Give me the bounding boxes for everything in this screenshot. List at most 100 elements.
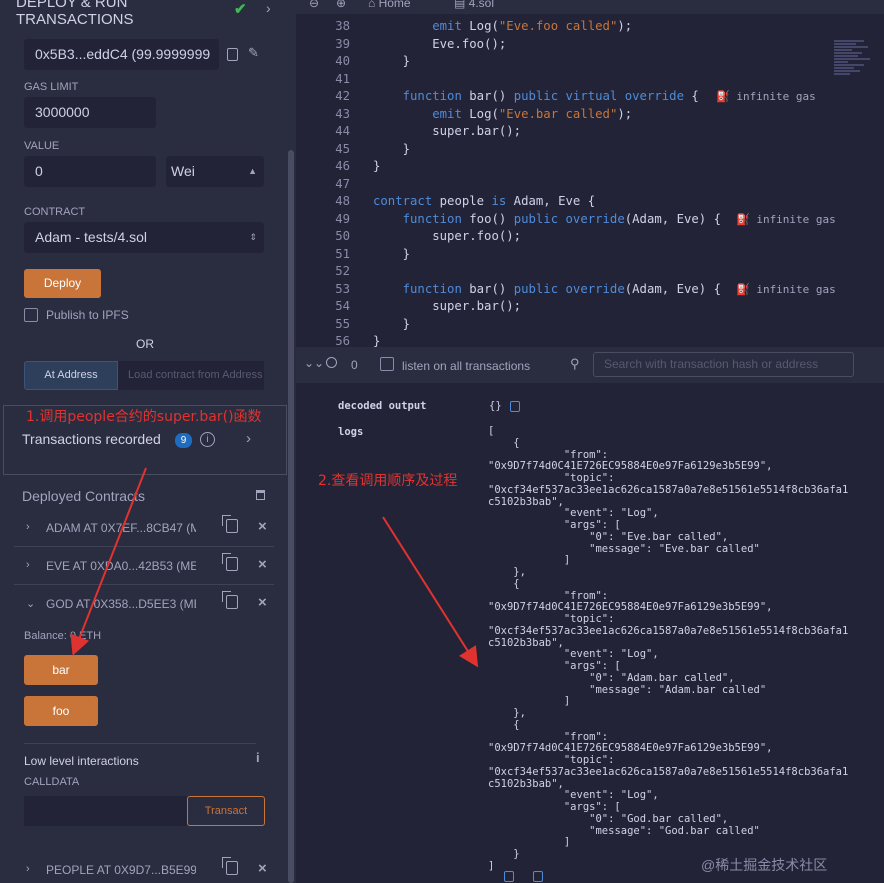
home-icon: ⌂ (368, 0, 379, 10)
publish-ipfs-checkbox[interactable] (24, 308, 38, 322)
copy-account-icon[interactable] (227, 48, 238, 61)
value-input[interactable]: 0 (24, 156, 156, 187)
code-line: 50 super.foo(); (296, 228, 884, 246)
chevron-right-icon[interactable]: › (266, 0, 271, 16)
collapse-icon[interactable]: ⌄⌄ (304, 356, 324, 370)
contract-item-eve[interactable]: › EVE AT 0XDA0...42B53 (MEMORY) × (14, 548, 274, 585)
clear-icon[interactable] (326, 357, 337, 368)
calldata-input[interactable] (24, 796, 187, 826)
close-icon[interactable]: × (258, 556, 267, 573)
copy-icon[interactable] (222, 591, 238, 609)
chevron-right-icon[interactable]: › (246, 430, 251, 447)
code-line: 45 } (296, 141, 884, 159)
code-text: super.bar(); (373, 124, 522, 138)
line-number: 51 (335, 246, 350, 261)
logs-label: logs (338, 426, 364, 438)
chevron-right-icon[interactable]: › (26, 863, 30, 875)
code-text: function bar() public virtual override { (402, 89, 699, 103)
info-icon[interactable]: i (256, 750, 260, 765)
value-unit-select[interactable]: Wei ▲ (166, 156, 264, 187)
copy-icon[interactable] (510, 401, 520, 412)
line-number: 43 (335, 106, 350, 121)
listen-checkbox[interactable] (380, 357, 394, 371)
chevron-right-icon[interactable]: › (26, 521, 30, 533)
line-number: 52 (335, 264, 350, 278)
zoom-out-icon[interactable]: ⊖ (309, 0, 319, 10)
code-line: 38 emit Log("Eve.foo called"); (296, 18, 884, 36)
copy-icon[interactable] (504, 871, 514, 882)
line-number: 40 (335, 54, 350, 68)
code-line: 48 contract people is Adam, Eve { (296, 193, 884, 211)
divider (24, 743, 256, 744)
line-number: 53 (335, 281, 350, 296)
logs-json: [ { "from": "0x9D7f74d0C41E726EC95884E0e… (488, 425, 849, 872)
transactions-recorded-label[interactable]: Transactions recorded (22, 431, 161, 447)
transaction-search-input[interactable]: Search with transaction hash or address (593, 352, 854, 377)
gas-limit-input[interactable]: 3000000 (24, 97, 156, 128)
at-address-button[interactable]: At Address (24, 361, 118, 390)
transact-button[interactable]: Transact (187, 796, 265, 826)
account-select[interactable]: 0x5B3...eddC4 (99.9999999 (24, 39, 219, 70)
code-text: emit Log("Eve.bar called"); (432, 106, 633, 121)
tab-4-sol[interactable]: ▤ 4.sol (454, 0, 494, 10)
line-number: 46 (335, 159, 350, 173)
code-text: super.bar(); (373, 299, 522, 313)
code-line: 44 super.bar(); (296, 123, 884, 141)
editor-tabs: ⊖ ⊕ ⌂ Home ▤ 4.sol (296, 0, 884, 14)
line-number: 38 (335, 19, 350, 33)
chevron-right-icon[interactable]: › (26, 559, 30, 571)
or-label: OR (136, 337, 154, 351)
line-number: 41 (335, 71, 350, 86)
code-text: } (373, 141, 411, 156)
select-arrows-icon: ▲ (248, 166, 257, 176)
annotation-step-1: 1.调用people合约的super.bar()函数 (26, 409, 262, 425)
code-text: contract people is Adam, Eve { (373, 194, 596, 208)
info-icon[interactable]: i (200, 432, 215, 447)
line-number: 42 (335, 89, 350, 103)
trash-icon[interactable] (256, 490, 265, 500)
tab-home[interactable]: ⌂ Home (368, 0, 411, 10)
foo-function-button[interactable]: foo (24, 696, 98, 726)
copy-icon[interactable] (533, 871, 543, 882)
gas-estimate: ⛽ infinite gas (716, 90, 816, 103)
copy-icon[interactable] (222, 515, 238, 533)
deploy-run-panel: DEPLOY & RUN TRANSACTIONS ✔ › 0x5B3...ed… (0, 0, 296, 883)
code-line: 40 } (296, 53, 884, 71)
panel-title: DEPLOY & RUN TRANSACTIONS (16, 0, 134, 28)
code-text: super.foo(); (373, 229, 522, 243)
code-line: 56} (296, 333, 884, 347)
chevron-down-icon[interactable]: ⌄ (26, 597, 35, 610)
code-text: } (373, 246, 411, 261)
edit-icon[interactable]: ✎ (248, 45, 259, 61)
terminal-toolbar: ⌄⌄ 0 listen on all transactions ⚲ Search… (296, 347, 884, 383)
code-line: 39 Eve.foo(); (296, 36, 884, 54)
panel-scrollbar[interactable] (288, 150, 294, 883)
select-arrows-icon: ⇕ (249, 232, 257, 242)
zoom-in-icon[interactable]: ⊕ (336, 0, 346, 10)
check-icon: ✔ (234, 1, 247, 18)
value-label: VALUE (24, 140, 60, 152)
code-text: function foo() public override(Adam, Eve… (402, 211, 721, 226)
minimap[interactable] (834, 40, 878, 120)
copy-icon[interactable] (222, 857, 238, 875)
code-text: Eve.foo(); (373, 36, 507, 51)
code-line: 46} (296, 158, 884, 176)
close-icon[interactable]: × (258, 860, 267, 877)
contract-item-god[interactable]: ⌄ GOD AT 0X358...D5EE3 (MEMORY) × (14, 586, 274, 622)
close-icon[interactable]: × (258, 518, 267, 535)
bar-function-button[interactable]: bar (24, 655, 98, 685)
close-icon[interactable]: × (258, 594, 267, 611)
search-icon: ⚲ (570, 356, 580, 371)
annotation-step-2: 2.查看调用顺序及过程 (318, 473, 458, 489)
copy-icon[interactable] (222, 553, 238, 571)
contract-select[interactable]: Adam - tests/4.sol ⇕ (24, 222, 264, 253)
code-line: 47 (296, 176, 884, 194)
publish-ipfs-label: Publish to IPFS (46, 308, 129, 322)
line-number: 44 (335, 124, 350, 138)
code-editor[interactable]: ⊖ ⊕ ⌂ Home ▤ 4.sol 38 emit Log("Eve.foo … (296, 0, 884, 347)
load-contract-input[interactable]: Load contract from Address (118, 361, 264, 390)
contract-item-adam[interactable]: › ADAM AT 0X7EF...8CB47 (MEMORY) × (14, 510, 274, 547)
contract-item-people[interactable]: › PEOPLE AT 0X9D7...B5E99 (MEMORY) × (14, 852, 274, 883)
line-number: 56 (335, 334, 350, 347)
deploy-button[interactable]: Deploy (24, 269, 101, 298)
